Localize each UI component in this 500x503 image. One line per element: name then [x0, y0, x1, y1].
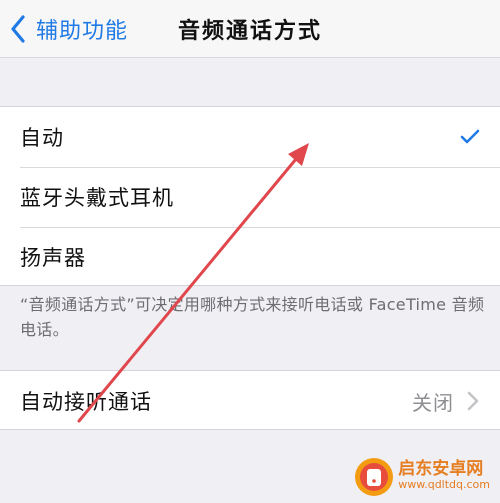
- checkmark-icon: [460, 129, 480, 145]
- page-title: 音频通话方式: [177, 19, 322, 44]
- watermark-url: www.qdltdq.com: [398, 478, 490, 491]
- site-logo-icon: [354, 457, 394, 497]
- section-footer-note: “音频通话方式”可决定用哪种方式来接听电话或 FaceTime 音频电话。: [20, 295, 485, 339]
- option-label: 自动: [20, 126, 64, 150]
- option-row-speaker[interactable]: 扬声器: [0, 227, 500, 287]
- auto-answer-value: 关闭: [412, 391, 454, 415]
- option-row-automatic[interactable]: 自动: [0, 107, 500, 167]
- navigation-bar: 辅助功能 音频通话方式: [0, 0, 500, 58]
- chevron-right-icon: [466, 390, 480, 412]
- auto-answer-label: 自动接听通话: [20, 390, 152, 414]
- option-row-bluetooth-headset[interactable]: 蓝牙头戴式耳机: [0, 167, 500, 227]
- auto-answer-row[interactable]: 自动接听通话 关闭: [0, 371, 500, 431]
- option-label: 扬声器: [20, 246, 86, 270]
- auto-answer-group: 自动接听通话 关闭: [0, 370, 500, 430]
- option-label: 蓝牙头戴式耳机: [20, 186, 174, 210]
- call-audio-routing-options: 自动 蓝牙头戴式耳机 扬声器: [0, 106, 500, 286]
- site-watermark: 启东安卓网 www.qdltdq.com: [354, 457, 490, 497]
- watermark-name: 启东安卓网: [398, 459, 484, 479]
